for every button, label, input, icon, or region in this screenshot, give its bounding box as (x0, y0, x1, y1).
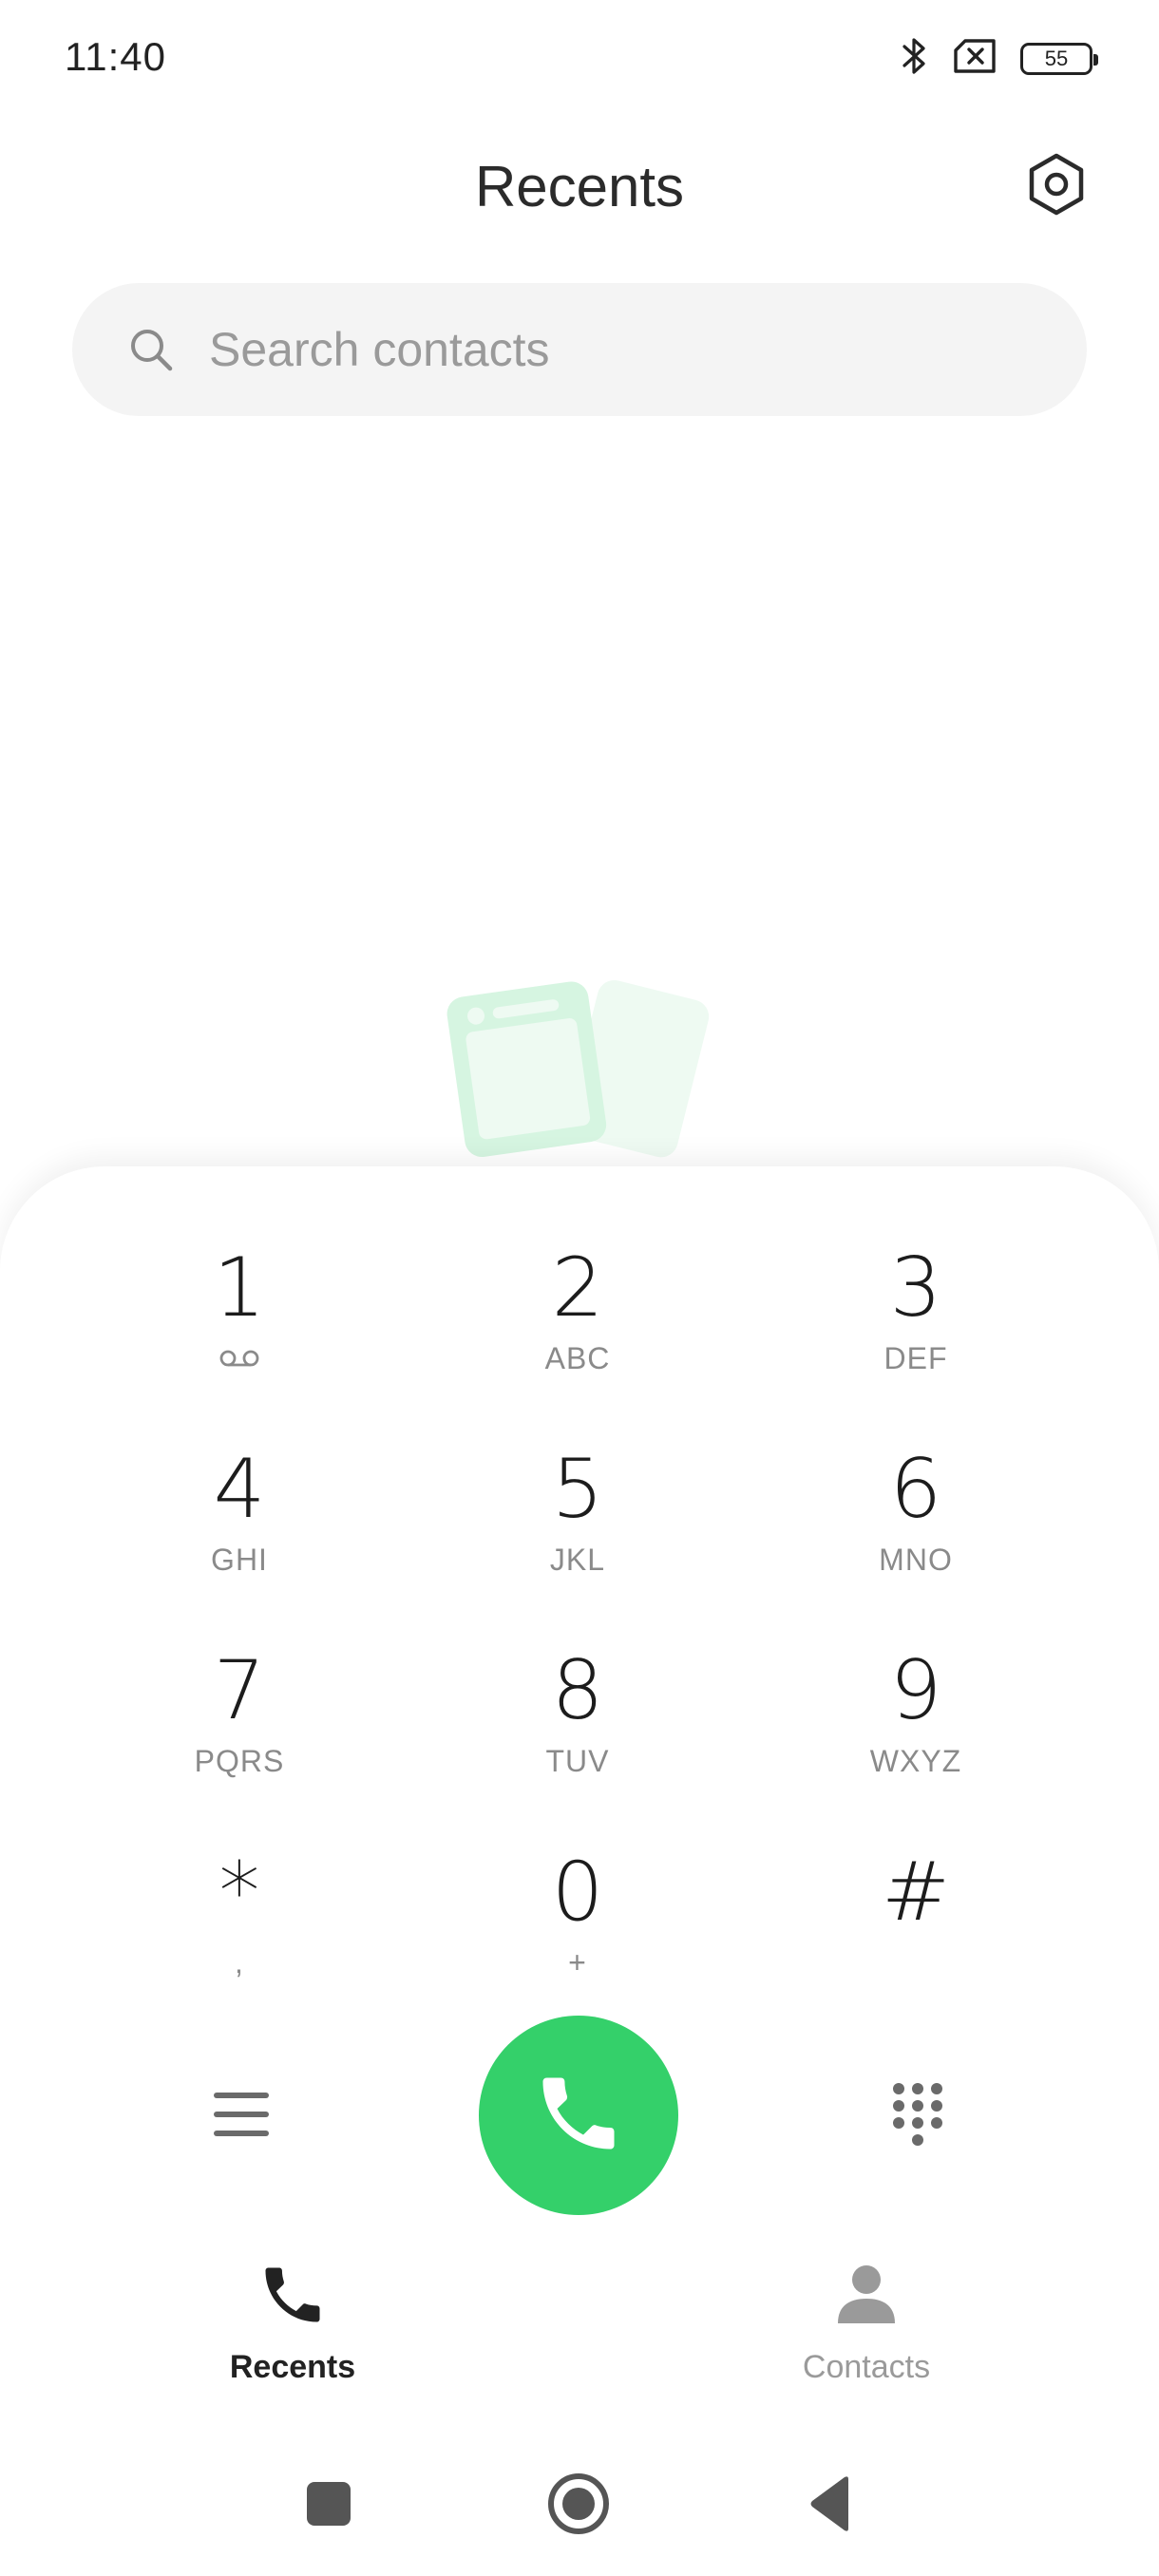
dial-digit: 1 (213, 1241, 266, 1335)
dial-key-0[interactable]: 0 + (435, 1845, 720, 2016)
battery-level: 55 (1044, 46, 1069, 70)
voicemail-icon (218, 1349, 260, 1379)
status-time: 11:40 (65, 34, 166, 79)
no-sim-icon (952, 38, 998, 79)
dial-letters: WXYZ (869, 1744, 962, 1778)
home-circle-icon (545, 2471, 612, 2542)
person-icon (830, 2259, 902, 2336)
status-icons: 55 (901, 36, 1098, 81)
status-bar: 11:40 55 (0, 0, 1159, 123)
dial-letters: PQRS (194, 1744, 285, 1778)
phone-icon (256, 2259, 329, 2336)
empty-recents-illustration (437, 969, 722, 1178)
tab-contacts[interactable]: Contacts (724, 2259, 1009, 2392)
dial-key-8[interactable]: 8 TUV (435, 1643, 720, 1814)
battery-icon: 55 (1020, 42, 1098, 75)
recents-square-icon (305, 2480, 352, 2532)
dial-letters: TUV (545, 1744, 610, 1778)
menu-button[interactable] (184, 2059, 298, 2173)
dial-digit: 8 (551, 1643, 604, 1738)
dial-key-9[interactable]: 9 WXYZ (773, 1643, 1058, 1814)
dial-letters: JKL (549, 1543, 606, 1577)
dial-key-7[interactable]: 7 PQRS (97, 1643, 382, 1814)
menu-icon (213, 2090, 270, 2144)
nav-home-button[interactable] (541, 2470, 617, 2542)
search-icon (125, 324, 177, 375)
dial-digit: * (218, 1845, 260, 1940)
dial-letters: GHI (211, 1543, 268, 1577)
bluetooth-icon (901, 36, 929, 81)
dial-digit: 6 (889, 1442, 942, 1537)
page-title: Recents (474, 155, 685, 218)
nav-recents-button[interactable] (291, 2470, 367, 2542)
dial-digit: 0 (551, 1845, 604, 1940)
dialpad-grid-icon (889, 2081, 946, 2152)
dial-digit: # (881, 1845, 951, 1940)
dial-key-6[interactable]: 6 MNO (773, 1442, 1058, 1613)
dial-key-4[interactable]: 4 GHI (97, 1442, 382, 1613)
dial-digit: 5 (551, 1442, 604, 1537)
dial-digit: 2 (551, 1241, 604, 1335)
settings-button[interactable] (1022, 152, 1091, 220)
dial-letters: MNO (879, 1543, 953, 1577)
tab-label: Contacts (802, 2349, 931, 2385)
search-bar[interactable] (72, 283, 1087, 416)
dial-key-5[interactable]: 5 JKL (435, 1442, 720, 1613)
dial-letters: , (235, 1945, 244, 1979)
dialpad-toggle-button[interactable] (861, 2059, 975, 2173)
dial-key-2[interactable]: 2 ABC (435, 1241, 720, 1411)
dial-letters: DEF (884, 1341, 948, 1375)
dialer-screen: 11:40 55 Recents Search contacts 1 2 ABC… (0, 0, 1159, 2576)
dial-key-3[interactable]: 3 DEF (773, 1241, 1058, 1411)
settings-icon (1026, 152, 1087, 221)
tab-recents[interactable]: Recents (150, 2259, 435, 2392)
phone-icon (531, 2066, 626, 2166)
dial-digit: 9 (889, 1643, 942, 1738)
dial-digit: 7 (213, 1643, 266, 1738)
call-button[interactable] (479, 2016, 678, 2215)
dial-key-hash[interactable]: # (773, 1845, 1058, 2016)
dial-digit: 4 (213, 1442, 266, 1537)
dial-key-star[interactable]: * , (97, 1845, 382, 2016)
dial-letters: ABC (544, 1341, 611, 1375)
tab-label: Recents (229, 2349, 356, 2385)
dial-letters: + (568, 1945, 587, 1979)
search-input[interactable] (207, 321, 971, 378)
dial-key-1[interactable]: 1 (97, 1241, 382, 1411)
dial-digit: 3 (889, 1241, 942, 1335)
nav-back-button[interactable] (792, 2470, 868, 2542)
back-triangle-icon (807, 2475, 854, 2537)
